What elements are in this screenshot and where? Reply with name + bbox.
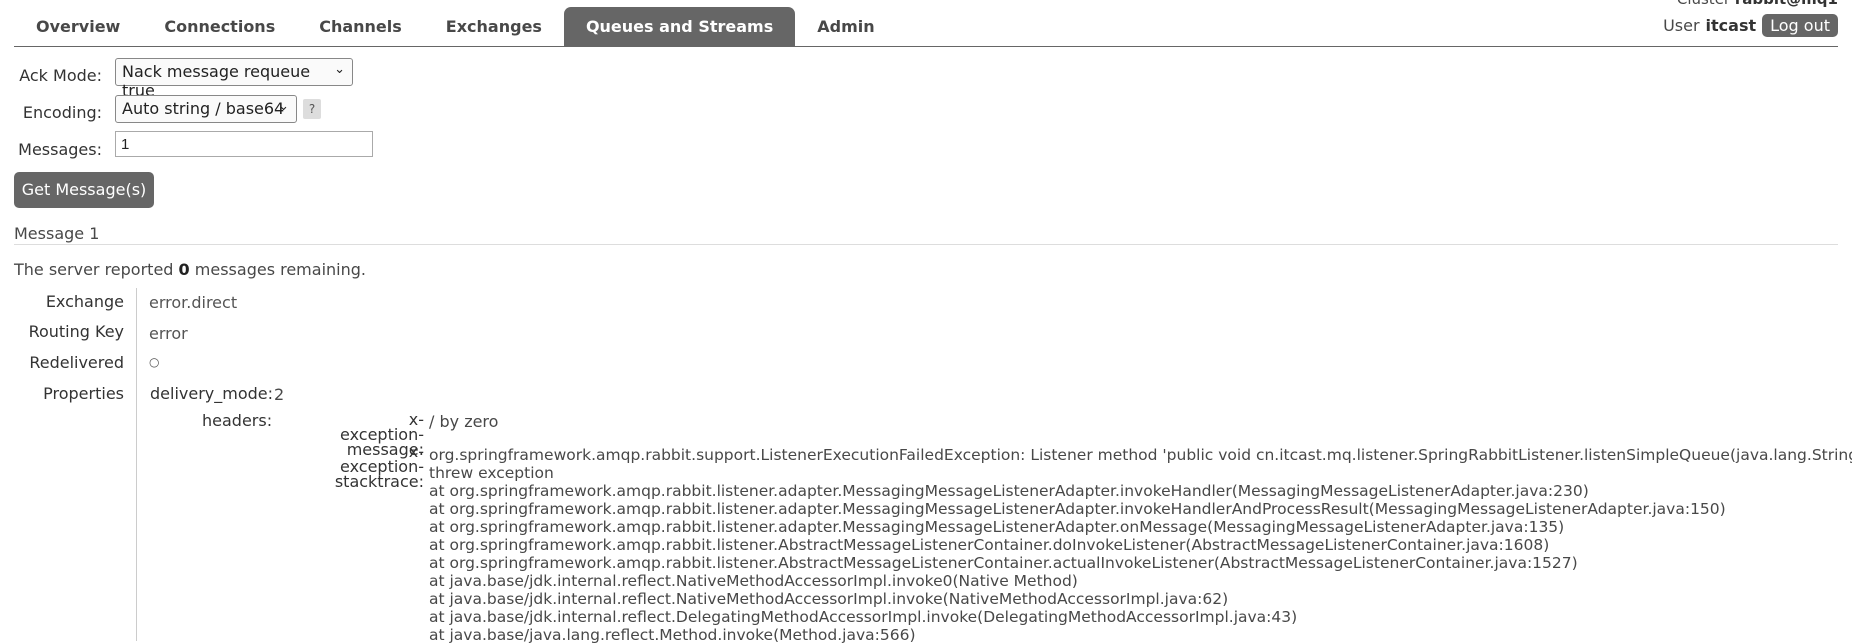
tab-queues-and-streams[interactable]: Queues and Streams (563, 7, 796, 47)
cluster-info: Cluster rabbit@mq1 (1677, 0, 1838, 8)
exception-message-value: / by zero (429, 412, 499, 431)
cluster-name: rabbit@mq1 (1735, 0, 1838, 8)
message-heading: Message 1 (14, 224, 100, 243)
exception-stacktrace-key-line1: x-exception- (340, 442, 424, 476)
ack-mode-label: Ack Mode: (19, 66, 102, 85)
stacktrace-line: at org.springframework.amqp.rabbit.liste… (429, 482, 1589, 500)
encoding-help-button[interactable]: ? (303, 99, 321, 119)
exception-stacktrace-key-line2: stacktrace: (334, 472, 424, 491)
chevron-down-icon: ⌄ (278, 99, 289, 114)
messages-count-input[interactable] (115, 131, 373, 157)
stacktrace-line: org.springframework.amqp.rabbit.support.… (429, 446, 1852, 464)
tab-admin[interactable]: Admin (795, 7, 896, 47)
routing-key-label: Routing Key (28, 322, 124, 341)
remaining-prefix: The server reported (14, 260, 174, 279)
encoding-row: Encoding: (14, 103, 102, 122)
logout-button[interactable]: Log out (1762, 14, 1838, 37)
stacktrace-line: at java.base/java.lang.reflect.Method.in… (429, 626, 916, 644)
exception-stacktrace-key: x-exception- stacktrace: (326, 442, 424, 491)
messages-label: Messages: (18, 140, 102, 159)
user-name: itcast (1705, 16, 1757, 35)
stacktrace-line: at org.springframework.amqp.rabbit.liste… (429, 554, 1578, 572)
detail-divider (136, 288, 137, 641)
tab-channels[interactable]: Channels (297, 7, 424, 47)
encoding-select[interactable]: Auto string / base64 ⌄ (115, 95, 297, 123)
properties-label: Properties (43, 384, 124, 403)
exception-message-key-line1: x-exception- (340, 410, 424, 444)
stacktrace-line: at java.base/jdk.internal.reflect.Native… (429, 572, 1078, 590)
delivery-mode-value: 2 (274, 385, 285, 404)
headers-key: headers: (202, 411, 273, 430)
exchange-value: error.direct (149, 293, 238, 312)
user-info: User itcast Log out (1663, 14, 1838, 37)
tab-exchanges[interactable]: Exchanges (424, 7, 564, 47)
stacktrace-line: at org.springframework.amqp.rabbit.liste… (429, 500, 1726, 518)
ack-mode-row: Ack Mode: (14, 66, 102, 85)
encoding-label: Encoding: (22, 103, 102, 122)
get-messages-button[interactable]: Get Message(s) (14, 172, 154, 208)
exception-stacktrace: org.springframework.amqp.rabbit.support.… (429, 446, 1852, 644)
routing-key-value: error (149, 324, 188, 343)
user-label: User (1663, 16, 1700, 35)
stacktrace-line: threw exception (429, 464, 554, 482)
redelivered-label: Redelivered (29, 353, 124, 372)
tab-overview[interactable]: Overview (14, 7, 142, 47)
redelivered-value: ○ (149, 355, 160, 369)
delivery-mode-key: delivery_mode: (150, 384, 274, 403)
tab-connections[interactable]: Connections (142, 7, 297, 47)
remaining-suffix: messages remaining. (194, 260, 366, 279)
exchange-label: Exchange (45, 292, 124, 311)
stacktrace-line: at org.springframework.amqp.rabbit.liste… (429, 518, 1565, 536)
top-navigation: Overview Connections Channels Exchanges … (0, 0, 1852, 47)
stacktrace-line: at java.base/jdk.internal.reflect.Native… (429, 590, 1229, 608)
remaining-text: The server reported 0 messages remaining… (14, 260, 366, 279)
main-tabs: Overview Connections Channels Exchanges … (14, 7, 897, 47)
ack-mode-select[interactable]: Nack message requeue true ⌄ (115, 58, 353, 100)
messages-row: Messages: (14, 140, 102, 159)
chevron-down-icon: ⌄ (334, 62, 345, 77)
cluster-label: Cluster (1677, 0, 1730, 8)
nav-divider (14, 46, 1838, 47)
encoding-value: Auto string / base64 (122, 99, 285, 118)
stacktrace-line: at org.springframework.amqp.rabbit.liste… (429, 536, 1550, 554)
remaining-count: 0 (178, 260, 190, 279)
stacktrace-line: at java.base/jdk.internal.reflect.Delega… (429, 608, 1298, 626)
message-divider (14, 244, 1838, 245)
